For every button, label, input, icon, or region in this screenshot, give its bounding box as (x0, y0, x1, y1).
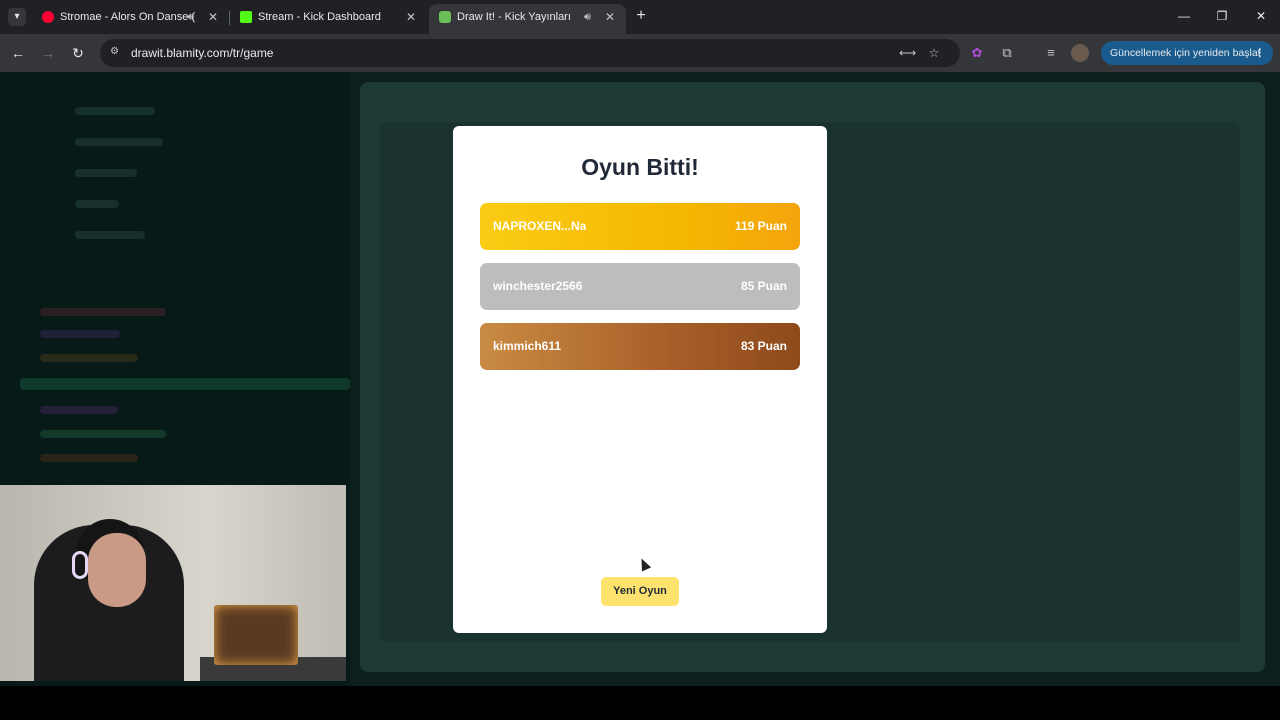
tab-title: Draw It! - Kick Yayınları İçin (457, 11, 575, 23)
blurred-row (75, 107, 155, 115)
youtube-icon (42, 11, 54, 23)
window-close-icon[interactable]: ✕ (1249, 6, 1273, 26)
new-tab-button[interactable]: + (632, 5, 650, 27)
blurred-row (40, 354, 138, 362)
speaker-icon[interactable]: 🔊︎ (584, 4, 591, 30)
forward-icon[interactable]: → (38, 43, 58, 63)
player-points: 119 Puan (734, 219, 787, 233)
kick-icon (240, 11, 252, 23)
media-control-icon[interactable]: ≡ (1042, 44, 1060, 62)
player-name: kimmich611 (493, 339, 562, 353)
blurred-row (40, 330, 120, 338)
player-name: NAPROXEN...Na (493, 219, 587, 233)
score-row-third: kimmich611 83 Puan (480, 323, 800, 370)
extension-icon[interactable]: ✿ (968, 44, 986, 62)
site-info-icon[interactable]: ⚙ (110, 46, 122, 58)
headphone-light (72, 551, 88, 579)
close-icon[interactable]: ✕ (406, 4, 416, 30)
modal-title: Oyun Bitti! (581, 154, 699, 180)
tab-stromae[interactable]: Stromae - Alors On Danse ( 🔊︎ ✕ (32, 4, 228, 34)
blurred-row (40, 406, 118, 414)
extensions-puzzle-icon[interactable]: ⧉ (998, 44, 1016, 62)
player-points: 83 Puan (740, 339, 787, 353)
new-game-button[interactable]: Yeni Oyun (601, 577, 679, 606)
close-icon[interactable]: ✕ (605, 4, 615, 30)
tab-draw-it[interactable]: Draw It! - Kick Yayınları İçin 🔊︎ ✕ (429, 4, 626, 34)
close-icon[interactable]: ✕ (208, 4, 218, 30)
bookmark-star-icon[interactable]: ☆ (926, 45, 942, 61)
webcam-overlay (0, 485, 346, 681)
player-name: winchester2566 (493, 279, 583, 293)
streamer-face (88, 533, 146, 607)
tab-kick-dashboard[interactable]: Stream - Kick Dashboard ✕ (230, 4, 426, 34)
tab-bar: ▾ Stromae - Alors On Danse ( 🔊︎ ✕ Stream… (0, 0, 1280, 34)
blurred-row (75, 200, 119, 208)
translate-icon[interactable]: ⟷ (899, 45, 916, 61)
restore-icon[interactable]: ❐ (1210, 6, 1234, 26)
blurred-row (75, 231, 145, 239)
reload-icon[interactable]: ↻ (68, 43, 88, 63)
drawit-icon (439, 11, 451, 23)
tab-title: Stromae - Alors On Danse ( (60, 11, 196, 23)
blurred-row (40, 430, 166, 438)
minimize-icon[interactable]: — (1172, 6, 1196, 26)
score-row-second: winchester2566 85 Puan (480, 263, 800, 310)
score-row-first: NAPROXEN...Na 119 Puan (480, 203, 800, 250)
address-bar[interactable]: ⚙ drawit.blamity.com/tr/game ⟷ ☆ (100, 39, 960, 67)
blurred-row (40, 308, 166, 316)
blurred-row (75, 138, 163, 146)
bottom-black-bar (0, 686, 1280, 720)
blurred-row (40, 454, 138, 462)
profile-avatar[interactable] (1071, 44, 1089, 62)
update-label: Güncellemek için yeniden başlat (1110, 47, 1261, 59)
more-menu-icon[interactable]: ⋮ (1255, 41, 1266, 65)
miniature-house (214, 605, 298, 665)
update-restart-button[interactable]: Güncellemek için yeniden başlat ⋮ (1101, 41, 1273, 65)
player-points: 85 Puan (740, 279, 787, 293)
back-icon[interactable]: ← (8, 43, 28, 63)
game-over-modal: Oyun Bitti! NAPROXEN...Na 119 Puan winch… (453, 126, 827, 633)
url-text: drawit.blamity.com/tr/game (131, 46, 274, 60)
blurred-row (20, 378, 350, 390)
speaker-icon[interactable]: 🔊︎ (187, 4, 194, 30)
toolbar: ← → ↻ ⚙ drawit.blamity.com/tr/game ⟷ ☆ ✿… (0, 34, 1280, 72)
tab-search-button[interactable]: ▾ (8, 8, 26, 26)
tab-title: Stream - Kick Dashboard (258, 11, 381, 23)
blurred-row (75, 169, 137, 177)
